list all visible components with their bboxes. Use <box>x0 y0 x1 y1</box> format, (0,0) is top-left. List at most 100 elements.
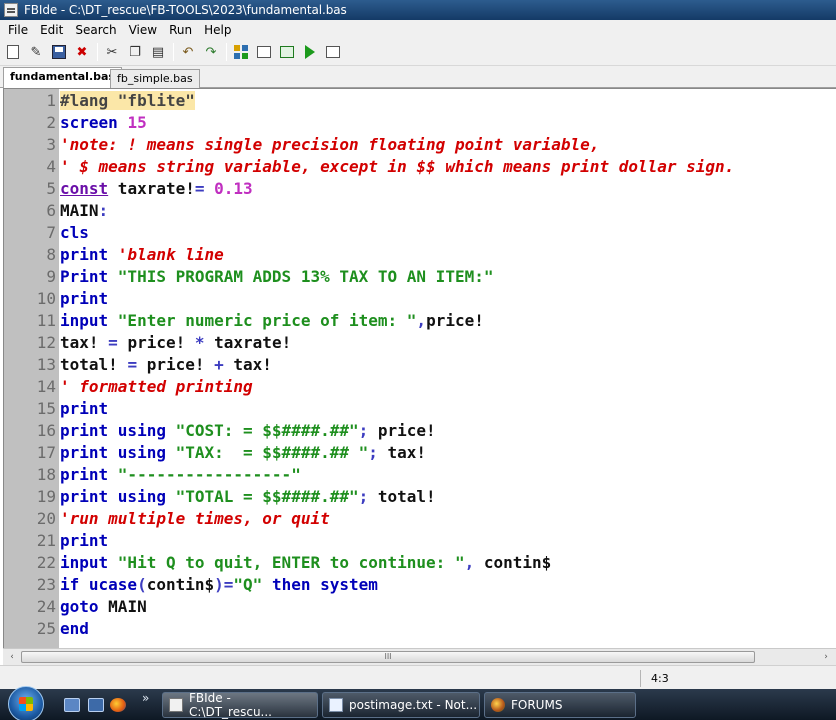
code-token: 'run multiple times, or quit <box>60 508 330 528</box>
code-line[interactable]: 21 print <box>4 529 836 551</box>
code-line[interactable]: 11 input "Enter numeric price of item: ",… <box>4 309 836 331</box>
code-line[interactable]: 7 cls <box>4 221 836 243</box>
code-token: tax! <box>60 332 109 352</box>
code-line[interactable]: 2 screen 15 <box>4 111 836 133</box>
code-line[interactable]: 9 Print "THIS PROGRAM ADDS 13% TAX TO AN … <box>4 265 836 287</box>
code-token: 15 <box>127 112 147 132</box>
toolbar: ✎ ✖ ✂ ❐ ▤ ↶ ↷ <box>0 39 836 66</box>
code-text: goto MAIN <box>59 597 147 616</box>
code-text: screen 15 <box>59 113 147 132</box>
code-line[interactable]: 24 goto MAIN <box>4 595 836 617</box>
play-icon[interactable] <box>301 43 319 61</box>
code-line[interactable]: 6 MAIN: <box>4 199 836 221</box>
code-token: MAIN <box>108 596 147 616</box>
code-line[interactable]: 18 print "-----------------" <box>4 463 836 485</box>
code-line[interactable]: 19 print using "TOTAL = $$####.##"; total… <box>4 485 836 507</box>
taskbar-button-notepad[interactable]: postimage.txt - Not... <box>322 692 480 718</box>
compile-icon[interactable] <box>232 43 250 61</box>
code-token: ( <box>137 574 147 594</box>
code-token: print using <box>60 420 176 440</box>
redo-icon[interactable]: ↷ <box>202 43 220 61</box>
line-number: 24 <box>36 596 56 616</box>
code-text: #lang "fblite" <box>59 90 195 110</box>
code-editor[interactable]: 1 #lang "fblite" 2 screen 15 3'note: ! means… <box>3 88 836 648</box>
code-line[interactable]: 25 end <box>4 617 836 639</box>
code-line[interactable]: 14 ' formatted printing <box>4 375 836 397</box>
code-line[interactable]: 8 print 'blank line <box>4 243 836 265</box>
paste-icon[interactable]: ▤ <box>149 43 167 61</box>
code-text: cls <box>59 223 89 242</box>
code-token: if ucase <box>60 574 138 594</box>
toolbar-separator <box>226 43 227 61</box>
code-line[interactable]: 23 if ucase(contin$)="Q" then system <box>4 573 836 595</box>
line-number: 3 <box>46 134 56 154</box>
code-line[interactable]: 1 #lang "fblite" <box>4 89 836 111</box>
code-text: input "Hit Q to quit, ENTER to continue:… <box>59 553 551 572</box>
menu-file[interactable]: File <box>2 23 34 37</box>
close-file-icon[interactable]: ✖ <box>73 43 91 61</box>
code-token: total! <box>60 354 128 374</box>
horizontal-scrollbar[interactable]: ‹ III › <box>3 648 836 665</box>
taskbar-button-fbide[interactable]: FBIde - C:\DT_rescu... <box>162 691 318 719</box>
code-line[interactable]: 3'note: ! means single precision floatin… <box>4 133 836 155</box>
code-text: print 'blank line <box>59 245 224 264</box>
code-line[interactable]: 22 input "Hit Q to quit, ENTER to continu… <box>4 551 836 573</box>
show-desktop-icon[interactable] <box>64 698 80 712</box>
code-token: "Q" <box>233 574 272 594</box>
cut-icon[interactable]: ✂ <box>103 43 121 61</box>
menu-run[interactable]: Run <box>163 23 198 37</box>
code-token: "TAX: = $$####.## " <box>175 442 369 462</box>
taskbar-button-label: postimage.txt - Not... <box>349 698 478 712</box>
menu-view[interactable]: View <box>123 23 163 37</box>
code-text: print "-----------------" <box>59 465 301 484</box>
output-icon[interactable] <box>324 43 342 61</box>
fbide-icon <box>169 698 183 712</box>
code-text: end <box>59 619 89 638</box>
undo-icon[interactable]: ↶ <box>179 43 197 61</box>
save-icon[interactable] <box>50 43 68 61</box>
code-line[interactable]: 4 ' $ means string variable, except in $$… <box>4 155 836 177</box>
new-file-icon[interactable] <box>4 43 22 61</box>
window-icon[interactable] <box>255 43 273 61</box>
code-token: print <box>60 464 118 484</box>
code-line[interactable]: 17 print using "TAX: = $$####.## "; tax! <box>4 441 836 463</box>
code-token: taxrate! <box>214 332 292 352</box>
code-line[interactable]: 12 tax! = price! * taxrate! <box>4 331 836 353</box>
code-token: contin$ <box>483 552 552 572</box>
code-line[interactable]: 5 const taxrate!= 0.13 <box>4 177 836 199</box>
code-token: : <box>98 200 109 220</box>
code-line[interactable]: 10 print <box>4 287 836 309</box>
scroll-thumb[interactable]: III <box>21 651 755 663</box>
taskbar-button-forums[interactable]: FORUMS <box>484 692 636 718</box>
firefox-icon[interactable] <box>110 698 126 712</box>
code-token: , <box>464 552 484 572</box>
code-line[interactable]: 16 print using "COST: = $$####.##"; price… <box>4 419 836 441</box>
tab-strip: fundamental.bas fb_simple.bas <box>0 66 836 89</box>
code-token: price! <box>426 310 484 330</box>
quick-launch-more-icon[interactable]: » <box>142 691 149 705</box>
code-token: "-----------------" <box>117 464 301 484</box>
scroll-right-icon[interactable]: › <box>820 651 832 663</box>
menu-search[interactable]: Search <box>69 23 122 37</box>
code-token: #lang "fblite" <box>60 90 195 110</box>
menu-edit[interactable]: Edit <box>34 23 69 37</box>
code-line[interactable]: 15 print <box>4 397 836 419</box>
code-line[interactable]: 13 total! = price! + tax! <box>4 353 836 375</box>
code-text: tax! = price! * taxrate! <box>59 333 291 352</box>
code-line[interactable]: 20'run multiple times, or quit <box>4 507 836 529</box>
menu-help[interactable]: Help <box>198 23 237 37</box>
code-text: print <box>59 531 108 550</box>
tab-fb-simple[interactable]: fb_simple.bas <box>110 69 200 88</box>
switch-windows-icon[interactable] <box>88 698 104 712</box>
code-token: ; <box>358 420 378 440</box>
code-token: ' $ means string variable, except in $$ … <box>60 156 735 176</box>
line-number: 17 <box>36 442 56 462</box>
tab-fundamental[interactable]: fundamental.bas <box>3 67 122 89</box>
scroll-left-icon[interactable]: ‹ <box>6 651 18 663</box>
open-file-icon[interactable]: ✎ <box>27 43 45 61</box>
run-icon[interactable] <box>278 43 296 61</box>
copy-icon[interactable]: ❐ <box>126 43 144 61</box>
toolbar-separator <box>97 43 98 61</box>
code-token: ; <box>358 486 378 506</box>
start-button[interactable] <box>8 686 44 720</box>
